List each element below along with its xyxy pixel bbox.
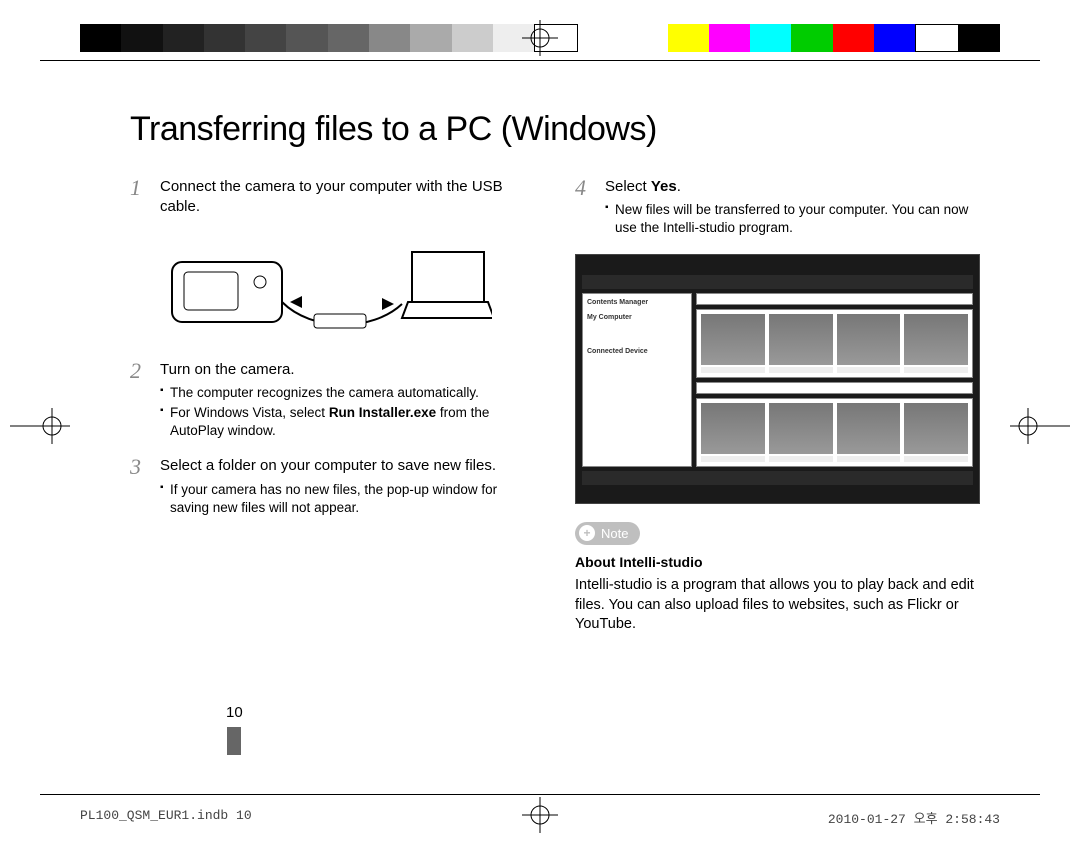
step-number: 3 [130, 456, 148, 519]
crop-rule-top [40, 60, 1040, 61]
step-2: 2 Turn on the camera. The computer recog… [130, 360, 535, 443]
bullet-text: The computer recognizes the camera autom… [160, 384, 535, 402]
step-text: Turn on the camera. [160, 360, 535, 380]
note-body: Intelli-studio is a program that allows … [575, 576, 980, 635]
page-title: Transferring files to a PC (Windows) [130, 110, 980, 149]
step-3: 3 Select a folder on your computer to sa… [130, 456, 535, 519]
print-footer: PL100_QSM_EUR1.indb 10 2010-01-27 오후 2:5… [80, 808, 1000, 827]
registration-mark-icon [10, 408, 70, 444]
note-subtitle: About Intelli-studio [575, 553, 980, 572]
step-4: 4 Select Yes. New files will be transfer… [575, 177, 980, 240]
note-badge: + Note [575, 522, 640, 546]
bullet-text: If your camera has no new files, the pop… [160, 481, 535, 517]
registration-mark-icon [1010, 408, 1070, 444]
step-number: 4 [575, 177, 593, 240]
registration-mark-icon [522, 20, 558, 56]
step-text: Select Yes. [605, 177, 980, 197]
left-column: 1 Connect the camera to your computer wi… [130, 177, 535, 635]
step-text: Select a folder on your computer to save… [160, 456, 535, 476]
plus-icon: + [579, 525, 595, 541]
right-column: 4 Select Yes. New files will be transfer… [575, 177, 980, 635]
step-number: 1 [130, 177, 148, 218]
camera-to-laptop-illustration [162, 232, 535, 342]
footer-file: PL100_QSM_EUR1.indb 10 [80, 808, 252, 827]
step-1: 1 Connect the camera to your computer wi… [130, 177, 535, 218]
intelli-studio-screenshot: Contents Manager My Computer Connected D… [575, 254, 980, 504]
footer-date: 2010-01-27 오후 2:58:43 [828, 808, 1000, 827]
step-number: 2 [130, 360, 148, 443]
page-number: 10 [226, 703, 243, 755]
step-text: Connect the camera to your computer with… [160, 177, 535, 218]
bullet-text: For Windows Vista, select Run Installer.… [160, 404, 535, 440]
bullet-text: New files will be transferred to your co… [605, 201, 980, 237]
crop-rule-bottom [40, 794, 1040, 795]
